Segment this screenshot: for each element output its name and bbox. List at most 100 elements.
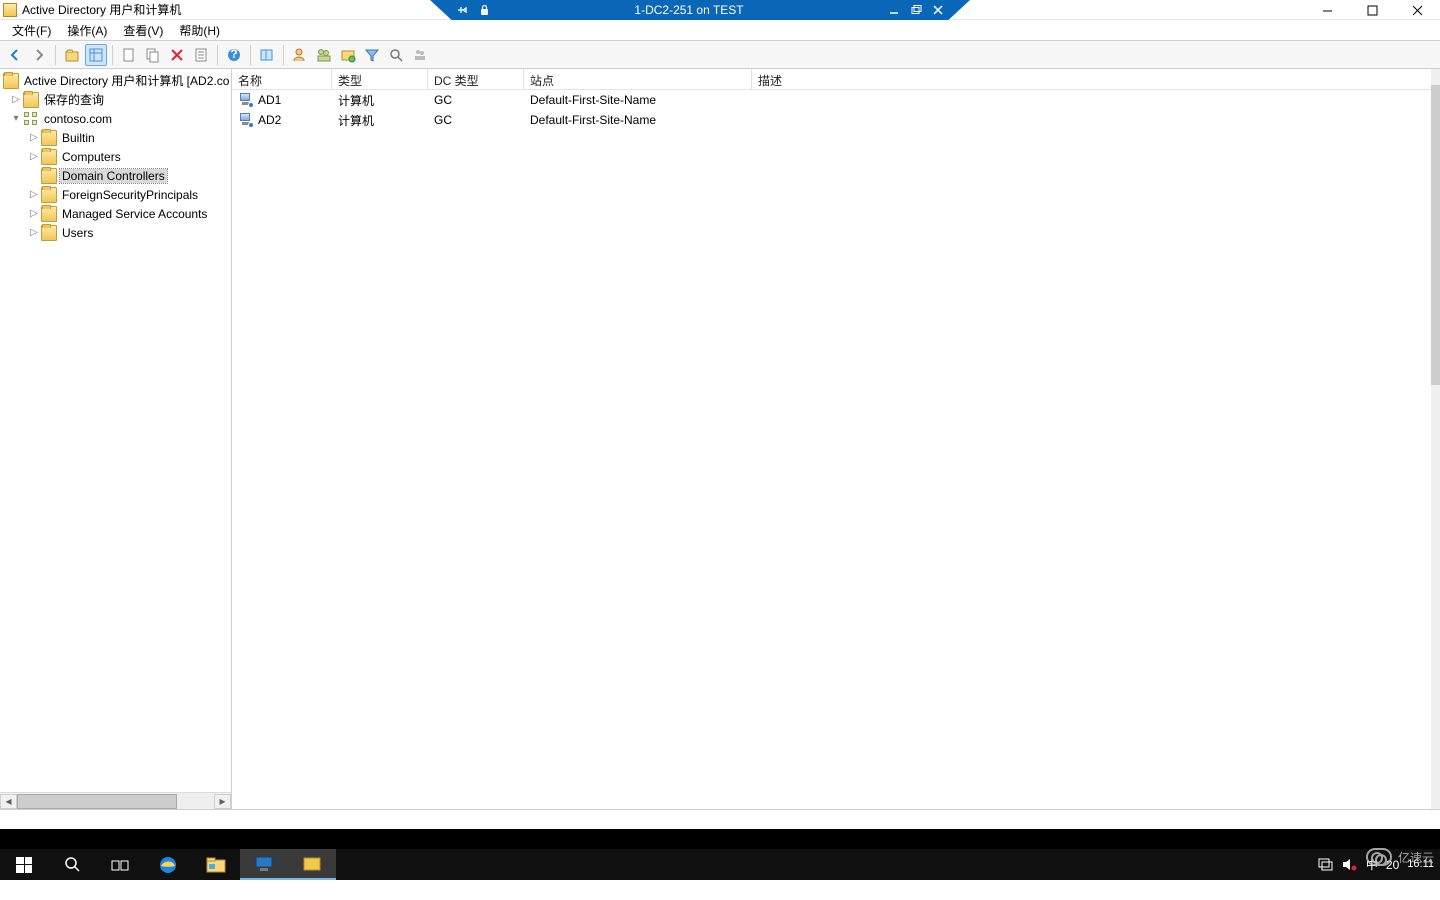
expand-icon[interactable]: ▷ [28,189,40,200]
delete-button[interactable] [166,44,188,66]
outer-close-button[interactable] [1395,0,1440,20]
cell-dctype: GC [428,113,524,127]
menu-action[interactable]: 操作(A) [61,20,113,41]
tree-computers[interactable]: ▷ Computers [0,147,231,166]
domain-icon [23,111,39,127]
expand-icon[interactable]: ▷ [28,227,40,238]
cell-type: 计算机 [332,112,428,129]
tree-domain-controllers[interactable]: Domain Controllers [0,166,231,185]
cut-button[interactable] [118,44,140,66]
tree-saved-queries-label: 保存的查询 [42,91,106,108]
tree-domain-label: contoso.com [42,112,114,126]
expand-icon[interactable]: ▷ [28,132,40,143]
outer-minimize-button[interactable] [1305,0,1350,20]
cell-type: 计算机 [332,92,428,109]
table-row[interactable]: AD1计算机GCDefault-First-Site-Name [232,90,1440,110]
vm-minimize-icon[interactable] [888,4,900,16]
list-header: 名称 类型 DC 类型 站点 描述 [232,69,1440,90]
tree-root-label: Active Directory 用户和计算机 [AD2.co [22,72,231,89]
tray-volume-icon[interactable] [1342,857,1358,873]
folder-icon [3,73,19,89]
tree-users-label: Users [60,226,95,240]
taskbar-explorer-button[interactable] [192,849,240,880]
cell-site: Default-First-Site-Name [524,93,752,107]
tree-saved-queries[interactable]: ▷ 保存的查询 [0,90,231,109]
expand-icon[interactable]: ▷ [28,208,40,219]
new-ou-button[interactable] [337,44,359,66]
tree-dc-label: Domain Controllers [60,169,167,183]
watermark-text: 亿速云 [1398,849,1434,866]
tray-network-icon[interactable] [1318,857,1334,873]
scroll-left-icon[interactable]: ◂ [0,794,17,809]
vm-lock-icon[interactable] [478,4,490,16]
list-pane: 名称 类型 DC 类型 站点 描述 AD1计算机GCDefault-First-… [232,69,1440,809]
show-details-button[interactable] [85,44,107,66]
expand-icon[interactable]: ▷ [28,151,40,162]
table-row[interactable]: AD2 计算机GCDefault-First-Site-Name [232,110,1440,130]
window-titlebar: Active Directory 用户和计算机 1-DC2-251 on TES… [0,0,1440,20]
vm-connection-bar: 1-DC2-251 on TEST [430,0,970,20]
help-button[interactable]: ? [223,44,245,66]
taskbar-server-manager-button[interactable] [240,849,288,880]
svg-text:?: ? [230,47,237,61]
col-site[interactable]: 站点 [524,69,752,89]
scroll-thumb[interactable] [1431,85,1440,385]
tree-pane: Active Directory 用户和计算机 [AD2.co ▷ 保存的查询 … [0,69,232,809]
tree-domain[interactable]: ▾ contoso.com [0,109,231,128]
tree-builtin-label: Builtin [60,131,97,145]
outer-maximize-button[interactable] [1350,0,1395,20]
vm-restore-icon[interactable] [910,4,922,16]
vm-close-icon[interactable] [932,4,944,16]
tree-fsp-label: ForeignSecurityPrincipals [60,188,200,202]
list-body: AD1计算机GCDefault-First-Site-Name AD2 计算机GCD… [232,90,1440,130]
tree-msa[interactable]: ▷ Managed Service Accounts [0,204,231,223]
toolbar: ? [0,41,1440,69]
tree-builtin[interactable]: ▷ Builtin [0,128,231,147]
more-button[interactable] [409,44,431,66]
taskbar-ie-button[interactable] [144,849,192,880]
watermark-icon [1366,848,1392,866]
tree-fsp[interactable]: ▷ ForeignSecurityPrincipals [0,185,231,204]
filter-button[interactable] [361,44,383,66]
menu-help[interactable]: 帮助(H) [173,20,226,41]
start-button[interactable] [0,849,48,880]
col-desc[interactable]: 描述 [752,69,1440,89]
app-icon [3,3,17,17]
list-vertical-scrollbar[interactable] [1431,69,1440,809]
window-bottom-border [0,809,1440,829]
collapse-icon[interactable]: ▾ [10,113,22,124]
menu-view[interactable]: 查看(V) [117,20,169,41]
window-title: Active Directory 用户和计算机 [22,1,181,18]
menu-file[interactable]: 文件(F) [6,20,57,41]
col-type[interactable]: 类型 [332,69,428,89]
tree-users[interactable]: ▷ Users [0,223,231,242]
new-group-button[interactable] [313,44,335,66]
col-dctype[interactable]: DC 类型 [428,69,524,89]
tree-msa-label: Managed Service Accounts [60,207,209,221]
tree-root[interactable]: Active Directory 用户和计算机 [AD2.co [0,71,231,90]
folder-icon [41,187,57,203]
task-view-button[interactable] [96,849,144,880]
nav-forward-button[interactable] [28,44,50,66]
watermark: 亿速云 [1366,848,1434,866]
properties-button[interactable] [190,44,212,66]
refresh-button[interactable] [256,44,278,66]
scroll-right-icon[interactable]: ▸ [214,794,231,809]
tree-horizontal-scrollbar[interactable]: ◂ ▸ [0,792,231,809]
desktop-gap [0,829,1440,849]
taskbar-notes-button[interactable] [288,849,336,880]
folder-icon [41,206,57,222]
nav-back-button[interactable] [4,44,26,66]
row-name-label: AD2 [258,113,281,127]
copy-button[interactable] [142,44,164,66]
cell-site: Default-First-Site-Name [524,113,752,127]
taskbar-search-button[interactable] [48,849,96,880]
up-level-button[interactable] [61,44,83,66]
col-name[interactable]: 名称 [232,69,332,89]
vm-pin-icon[interactable] [456,4,468,16]
expand-icon[interactable]: ▷ [10,94,22,105]
new-user-button[interactable] [289,44,311,66]
cell-name: AD1 [232,92,332,108]
scroll-thumb[interactable] [17,794,177,809]
find-button[interactable] [385,44,407,66]
